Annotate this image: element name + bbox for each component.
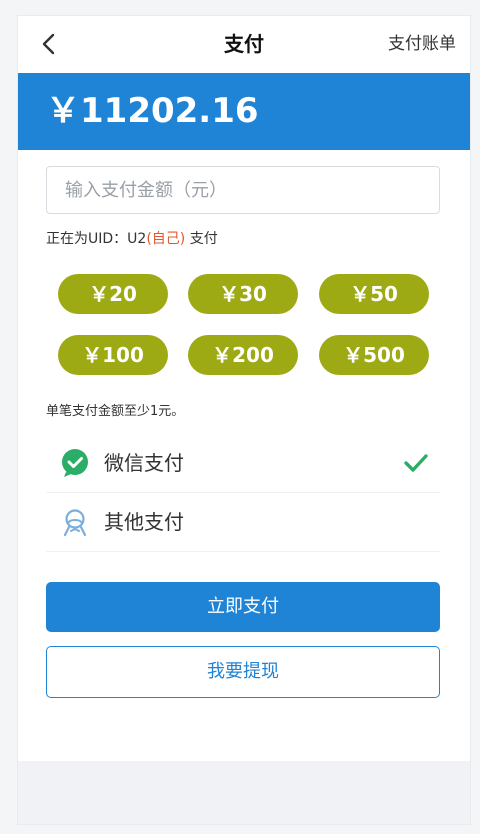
preset-200-button[interactable]: ￥200 bbox=[188, 335, 298, 375]
uid-info: 正在为UID：U2(自己) 支付 bbox=[46, 228, 218, 248]
wechat-pay-icon bbox=[62, 449, 88, 477]
preset-50-button[interactable]: ￥50 bbox=[319, 274, 429, 314]
preset-100-button[interactable]: ￥100 bbox=[58, 335, 168, 375]
preset-30-button[interactable]: ￥30 bbox=[188, 274, 298, 314]
balance-banner: ￥11202.16 bbox=[18, 73, 470, 150]
selected-check-icon bbox=[404, 454, 428, 472]
pay-method-wechat[interactable]: 微信支付 bbox=[46, 434, 440, 493]
preset-20-button[interactable]: ￥20 bbox=[58, 274, 168, 314]
amount-input-wrapper bbox=[46, 166, 440, 214]
pay-method-label: 微信支付 bbox=[104, 451, 184, 475]
min-amount-hint: 单笔支付金额至少1元。 bbox=[46, 404, 185, 419]
amount-input[interactable] bbox=[47, 167, 439, 213]
uid-prefix: 正在为UID：U2 bbox=[46, 231, 147, 247]
uid-self-tag: (自己) bbox=[146, 231, 186, 247]
uid-suffix: 支付 bbox=[185, 231, 218, 247]
payment-bill-link[interactable]: 支付账单 bbox=[388, 16, 456, 73]
preset-amounts: ￥20 ￥30 ￥50 ￥100 ￥200 ￥500 bbox=[58, 274, 430, 378]
pay-method-other[interactable]: 其他支付 bbox=[46, 493, 440, 552]
pay-now-button[interactable]: 立即支付 bbox=[46, 582, 440, 632]
pay-method-label: 其他支付 bbox=[104, 510, 184, 534]
top-nav: 支付 支付账单 bbox=[18, 16, 470, 73]
balance-amount: ￥11202.16 bbox=[46, 91, 259, 131]
other-pay-icon bbox=[63, 509, 87, 537]
app-screen: 支付 支付账单 ￥11202.16 正在为UID：U2(自己) 支付 ￥20 ￥… bbox=[18, 16, 470, 824]
preset-500-button[interactable]: ￥500 bbox=[319, 335, 429, 375]
bottom-area bbox=[18, 761, 470, 824]
withdraw-button[interactable]: 我要提现 bbox=[46, 646, 440, 698]
